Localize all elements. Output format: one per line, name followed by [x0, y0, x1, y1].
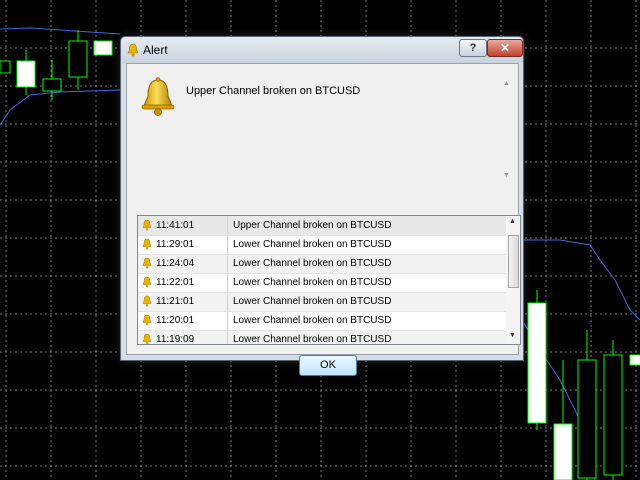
- alert-message: Upper Channel broken on BTCUSD: [186, 85, 361, 97]
- alert-text: Lower Channel broken on BTCUSD: [233, 315, 392, 326]
- list-item[interactable]: 11:22:01 Lower Channel broken on BTCUSD: [138, 273, 506, 293]
- dialog-body: Upper Channel broken on BTCUSD ▲ ▼ 11:19…: [126, 63, 521, 376]
- close-button[interactable]: ✕: [487, 39, 523, 57]
- list-item[interactable]: 11:41:01 Upper Channel broken on BTCUSD: [138, 216, 506, 236]
- candle: [577, 359, 597, 479]
- bell-icon: [142, 219, 152, 231]
- bell-icon: [142, 333, 152, 344]
- candle: [42, 78, 62, 92]
- candle: [68, 40, 88, 78]
- bell-icon: [142, 238, 152, 250]
- alert-text: Lower Channel broken on BTCUSD: [233, 258, 392, 269]
- dialog-title: Alert: [143, 43, 168, 57]
- candle: [553, 423, 573, 480]
- list-item[interactable]: 11:20:01 Lower Channel broken on BTCUSD: [138, 311, 506, 331]
- help-button[interactable]: ?: [459, 39, 487, 57]
- bell-icon: [142, 276, 152, 288]
- list-item[interactable]: 11:21:01 Lower Channel broken on BTCUSD: [138, 292, 506, 312]
- alert-text: Lower Channel broken on BTCUSD: [233, 334, 392, 345]
- candle: [603, 354, 623, 476]
- bell-icon: [127, 43, 139, 57]
- list-item[interactable]: 11:19:09 Lower Channel broken on BTCUSD: [138, 330, 506, 345]
- scroll-up-icon[interactable]: ▲: [509, 218, 516, 225]
- scrollbar-thumb[interactable]: [508, 235, 519, 288]
- scroll-down-icon[interactable]: ▼: [503, 172, 510, 179]
- alert-time: 11:41:01: [156, 220, 195, 231]
- dialog-titlebar[interactable]: Alert ? ✕: [121, 37, 523, 63]
- column-divider: [227, 216, 228, 235]
- bell-icon: [142, 257, 152, 269]
- alert-text: Lower Channel broken on BTCUSD: [233, 239, 392, 250]
- list-item[interactable]: 11:29:01 Lower Channel broken on BTCUSD: [138, 235, 506, 255]
- list-scrollbar[interactable]: ▲ ▼: [506, 216, 520, 344]
- alert-history-list[interactable]: 11:19:09 Lower Channel broken on BTCUSD 11…: [137, 215, 521, 345]
- alert-text: Upper Channel broken on BTCUSD: [233, 220, 392, 231]
- alert-dialog: Alert ? ✕ Upper Channel broken on BTCUSD…: [120, 36, 524, 376]
- column-divider: [227, 235, 228, 254]
- bell-icon: [142, 295, 152, 307]
- alert-time: 11:24:04: [156, 258, 195, 269]
- candle: [629, 354, 640, 366]
- ok-button[interactable]: OK: [299, 355, 357, 376]
- scroll-down-icon[interactable]: ▼: [509, 332, 516, 339]
- message-area: Upper Channel broken on BTCUSD ▲ ▼: [132, 70, 511, 180]
- bell-icon: [142, 314, 152, 326]
- column-divider: [227, 254, 228, 273]
- column-divider: [227, 273, 228, 292]
- column-divider: [227, 330, 228, 344]
- candle: [16, 60, 36, 88]
- alert-time: 11:20:01: [156, 315, 195, 326]
- alert-text: Lower Channel broken on BTCUSD: [233, 277, 392, 288]
- lower-channel-line: [0, 89, 121, 126]
- alert-time: 11:29:01: [156, 239, 195, 250]
- alert-time: 11:22:01: [156, 277, 195, 288]
- list-item[interactable]: 11:24:04 Lower Channel broken on BTCUSD: [138, 254, 506, 274]
- upper-channel-line: [0, 27, 121, 35]
- column-divider: [227, 292, 228, 311]
- candle: [0, 60, 11, 74]
- alert-text: Lower Channel broken on BTCUSD: [233, 296, 392, 307]
- candle: [93, 40, 113, 56]
- message-scrollbar[interactable]: ▲ ▼: [501, 80, 513, 180]
- scroll-up-icon[interactable]: ▲: [503, 80, 510, 87]
- candle: [527, 302, 547, 424]
- alert-time: 11:19:09: [156, 334, 195, 345]
- column-divider: [227, 311, 228, 330]
- alert-time: 11:21:01: [156, 296, 195, 307]
- bell-icon: [141, 77, 175, 116]
